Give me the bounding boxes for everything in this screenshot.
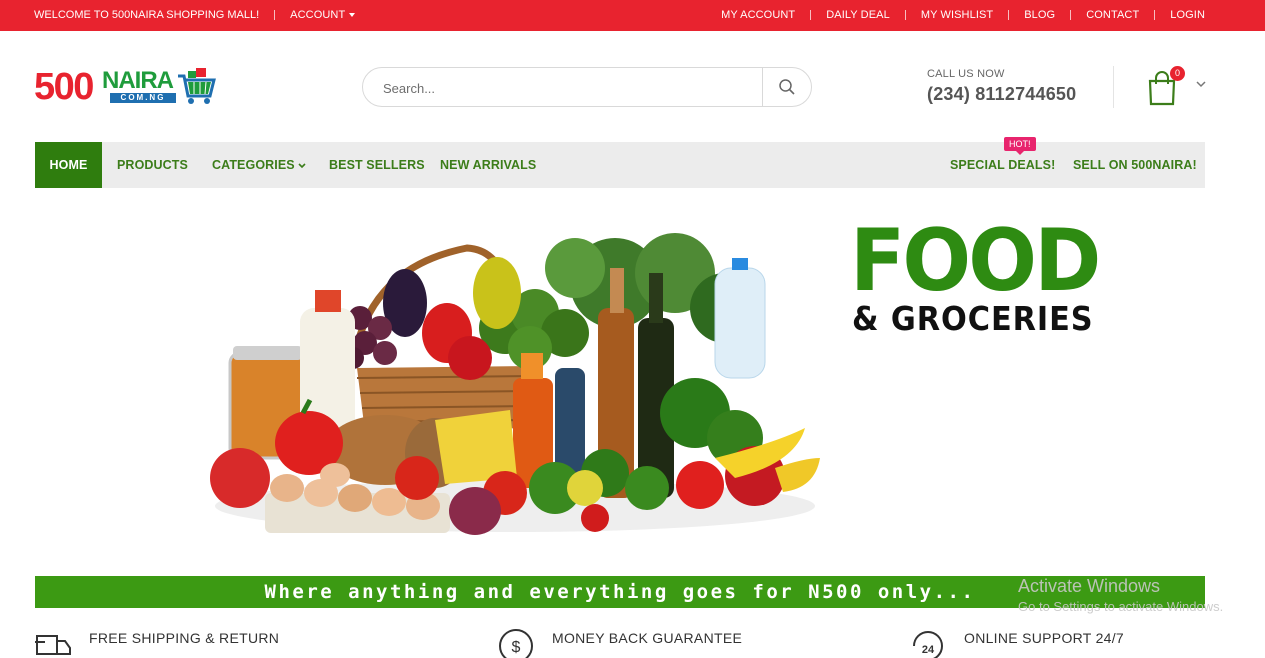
nav-home[interactable]: HOME bbox=[35, 142, 102, 188]
cart-count-badge: 0 bbox=[1170, 66, 1185, 81]
call-us: CALL US NOW (234) 8112744650 bbox=[927, 68, 1076, 105]
divider bbox=[810, 10, 812, 20]
feature-free-shipping: FREE SHIPPING & RETURN bbox=[35, 628, 279, 658]
svg-text:$: $ bbox=[512, 639, 521, 656]
nav-categories-label: CATEGORIES bbox=[212, 158, 295, 172]
logo-domain: COM.NG bbox=[110, 93, 176, 103]
windows-activation-watermark: Activate Windows Go to Settings to activ… bbox=[1018, 576, 1223, 614]
login-link[interactable]: LOGIN bbox=[1170, 9, 1205, 21]
truck-icon bbox=[35, 635, 71, 655]
my-account-link[interactable]: MY ACCOUNT bbox=[721, 9, 795, 21]
watermark-line2: Go to Settings to activate Windows. bbox=[1018, 599, 1224, 614]
divider bbox=[1008, 10, 1010, 20]
dollar-icon: $ bbox=[499, 629, 533, 658]
account-dropdown[interactable]: ACCOUNT bbox=[290, 9, 356, 21]
phone-number[interactable]: (234) 8112744650 bbox=[927, 84, 1076, 105]
search-button[interactable] bbox=[763, 68, 811, 106]
call-us-label: CALL US NOW bbox=[927, 68, 1005, 80]
contact-link[interactable]: CONTACT bbox=[1086, 9, 1139, 21]
support-24-icon: 24 bbox=[913, 631, 943, 658]
banner-title: FOOD bbox=[850, 211, 1101, 311]
divider bbox=[274, 10, 276, 20]
feature-title: FREE SHIPPING & RETURN bbox=[89, 630, 280, 646]
logo-number: 500 bbox=[34, 66, 94, 108]
divider bbox=[1154, 10, 1156, 20]
top-bar-links: MY ACCOUNT DAILY DEAL MY WISHLIST BLOG C… bbox=[721, 9, 1205, 21]
nav-new-arrivals[interactable]: NEW ARRIVALS bbox=[440, 142, 536, 188]
chevron-down-icon bbox=[298, 163, 306, 168]
search-input[interactable] bbox=[383, 78, 753, 98]
logo-cart-icon bbox=[178, 68, 216, 104]
top-bar: WELCOME TO 500NAIRA SHOPPING MALL! ACCOU… bbox=[0, 0, 1265, 31]
search-bar bbox=[362, 67, 812, 107]
my-wishlist-link[interactable]: MY WISHLIST bbox=[921, 9, 993, 21]
main-nav: HOME PRODUCTS CATEGORIES BEST SELLERS NE… bbox=[35, 137, 1205, 188]
header-divider bbox=[1113, 66, 1114, 108]
nav-categories[interactable]: CATEGORIES bbox=[212, 142, 306, 188]
nav-special-deals[interactable]: SPECIAL DEALS! bbox=[950, 142, 1055, 188]
divider bbox=[1070, 10, 1072, 20]
caret-down-icon bbox=[349, 13, 356, 18]
search-icon bbox=[779, 79, 795, 95]
feature-online-support: 24 ONLINE SUPPORT 24/7 bbox=[910, 628, 1124, 658]
feature-money-back: $ MONEY BACK GUARANTEE bbox=[498, 628, 742, 658]
watermark-line1: Activate Windows bbox=[1018, 576, 1161, 596]
top-bar-left: WELCOME TO 500NAIRA SHOPPING MALL! ACCOU… bbox=[34, 9, 356, 21]
nav-best-sellers[interactable]: BEST SELLERS bbox=[329, 142, 425, 188]
logo-naira: NAIRA bbox=[102, 67, 174, 94]
feature-title: MONEY BACK GUARANTEE bbox=[552, 630, 743, 646]
nav-products[interactable]: PRODUCTS bbox=[117, 142, 188, 188]
cart-button[interactable]: 0 bbox=[1146, 66, 1210, 106]
groceries-illustration bbox=[210, 233, 820, 535]
divider bbox=[904, 10, 906, 20]
banner-subtitle: & GROCERIES bbox=[852, 299, 1094, 338]
feature-title: ONLINE SUPPORT 24/7 bbox=[964, 630, 1125, 646]
svg-text:24: 24 bbox=[922, 644, 935, 656]
chevron-down-icon bbox=[1196, 81, 1206, 88]
account-label: ACCOUNT bbox=[290, 9, 346, 21]
welcome-text: WELCOME TO 500NAIRA SHOPPING MALL! bbox=[34, 9, 260, 21]
blog-link[interactable]: BLOG bbox=[1024, 9, 1055, 21]
daily-deal-link[interactable]: DAILY DEAL bbox=[826, 9, 890, 21]
nav-sell[interactable]: SELL ON 500NAIRA! bbox=[1073, 142, 1197, 188]
site-logo[interactable]: 500 NAIRA COM.NG bbox=[34, 66, 218, 108]
